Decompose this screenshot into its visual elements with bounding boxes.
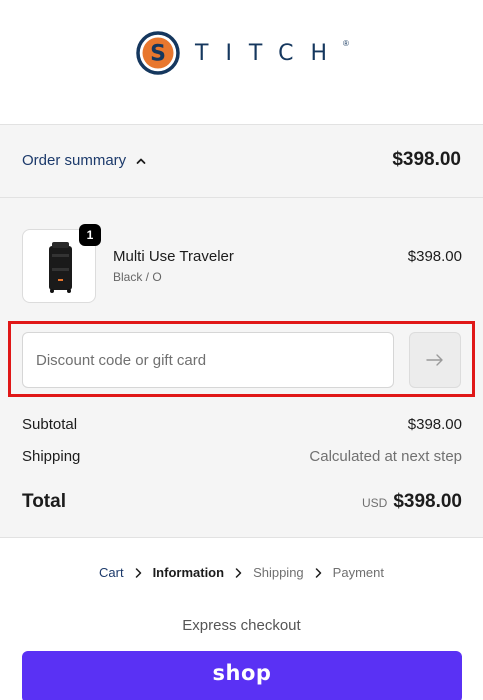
total-row: Total USD $398.00 (22, 491, 462, 513)
order-summary-toggle[interactable]: Order summary $398.00 (0, 125, 483, 198)
svg-text:S: S (150, 42, 166, 67)
breadcrumb-shipping: Shipping (253, 565, 304, 580)
chevron-right-icon (135, 567, 141, 578)
shop-pay-label: shop (212, 661, 272, 685)
breadcrumb-payment: Payment (332, 565, 384, 580)
arrow-right-icon (426, 354, 443, 366)
checkout-header: S TITCH ® (0, 0, 483, 124)
chevron-right-icon (315, 567, 321, 578)
shipping-value: Calculated at next step (309, 448, 462, 465)
total-value-group: USD $398.00 (362, 491, 462, 513)
shipping-label: Shipping (22, 448, 81, 465)
checkout-breadcrumb: Cart Information Shipping Payment (0, 565, 483, 580)
shop-pay-button[interactable]: shop (22, 651, 462, 700)
product-name: Multi Use Traveler (113, 248, 234, 265)
quantity-badge: 1 (79, 224, 101, 246)
product-price: $398.00 (407, 248, 462, 265)
express-checkout-label: Express checkout (182, 617, 301, 634)
order-summary-label: Order summary (22, 152, 127, 169)
line-item: 1 Multi Use Traveler Black / O $398.00 (22, 224, 462, 303)
logo-wordmark: TITCH (195, 40, 344, 66)
logo-s-icon: S (135, 30, 181, 76)
product-thumbnail: 1 (22, 224, 101, 303)
stitch-logo[interactable]: S TITCH ® (135, 30, 349, 76)
total-amount: $398.00 (393, 491, 462, 512)
order-summary-panel: Order summary $398.00 1 Multi Use Travel… (0, 124, 483, 538)
product-variant: Black / O (113, 270, 162, 284)
chevron-up-icon (136, 158, 146, 164)
currency-code: USD (361, 496, 388, 510)
registered-mark: ® (343, 39, 349, 48)
breadcrumb-information: Information (152, 565, 225, 580)
subtotal-row: Subtotal $398.00 (22, 416, 462, 433)
breadcrumb-cart[interactable]: Cart (99, 565, 124, 580)
shipping-row: Shipping Calculated at next step (22, 448, 462, 465)
discount-code-input[interactable] (22, 332, 394, 388)
order-summary-total: $398.00 (392, 149, 461, 170)
apply-discount-button[interactable] (409, 332, 461, 388)
subtotal-label: Subtotal (22, 416, 78, 433)
chevron-right-icon (235, 567, 242, 578)
order-summary-toggle-label[interactable]: Order summary (22, 152, 146, 169)
subtotal-value: $398.00 (407, 416, 462, 433)
total-label: Total (22, 491, 66, 512)
